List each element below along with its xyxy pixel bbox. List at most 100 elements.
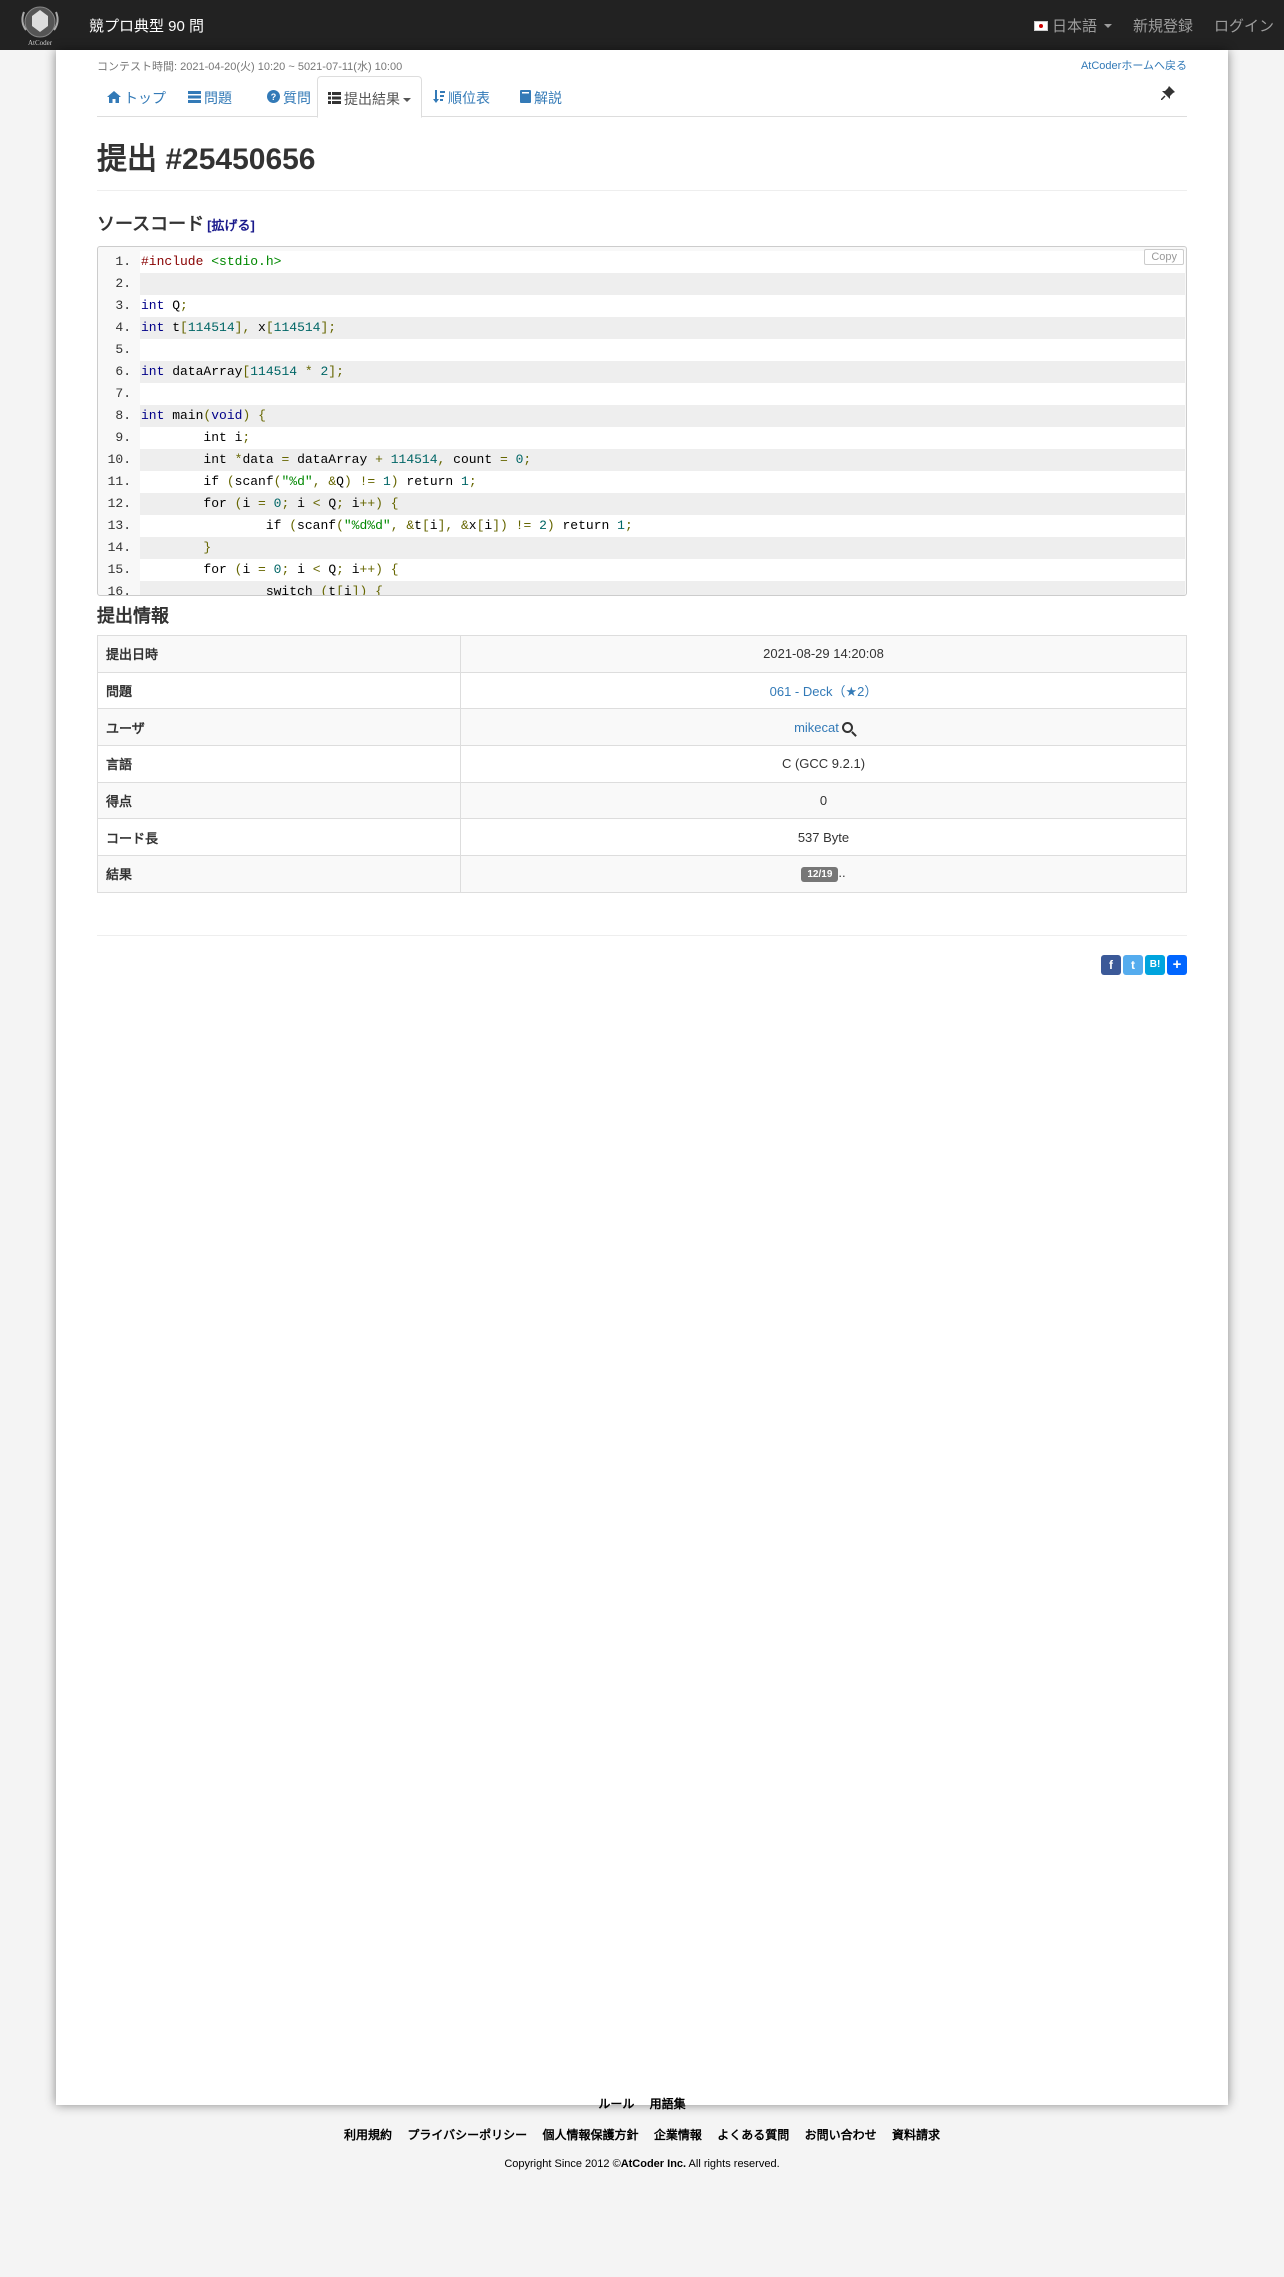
tab-clarifications[interactable]: ? 質問	[257, 76, 321, 117]
hatena-bookmark-icon[interactable]: B!	[1145, 955, 1165, 975]
code-line: 9. int i;	[98, 427, 1186, 449]
expand-code-link[interactable]: [拡げる]	[207, 218, 255, 233]
line-number: 2.	[115, 276, 131, 291]
submission-info-table: 提出日時 2021-08-29 14:20:08 問題 061 - Deck（★2）…	[97, 635, 1187, 893]
footer-link-glossary[interactable]: 用語集	[650, 2097, 686, 2111]
signup-link[interactable]: 新規登録	[1133, 15, 1193, 36]
tab-top[interactable]: トップ	[97, 76, 176, 117]
line-number: 7.	[115, 386, 131, 401]
twitter-icon[interactable]: t	[1123, 955, 1143, 975]
info-key: 結果	[97, 855, 461, 893]
footer-link-privacy[interactable]: プライバシーポリシー	[407, 2128, 527, 2142]
main-panel: コンテスト時間: 2021-04-20(火) 10:20 ~ 5021-07-1…	[56, 50, 1228, 2105]
search-icon[interactable]	[841, 721, 853, 733]
code-text: int Q;	[140, 295, 1185, 317]
code-line: 13. if (scanf("%d%d", &t[i], &x[i]) != 2…	[98, 515, 1186, 537]
code-line: 5.	[98, 339, 1186, 361]
code-line: 8. int main(void) {	[98, 405, 1186, 427]
tab-tasks[interactable]: 問題	[178, 76, 242, 117]
facebook-icon[interactable]: f	[1101, 955, 1121, 975]
line-number: 10.	[107, 452, 131, 467]
copy-button[interactable]: Copy	[1144, 249, 1184, 265]
code-text: if (scanf("%d", &Q) != 1) return 1;	[140, 471, 1185, 493]
line-number: 8.	[115, 408, 131, 423]
footer-links-row2: 利用規約 プライバシーポリシー 個人情報保護方針 企業情報 よくある質問 お問い…	[0, 2126, 1284, 2143]
contest-tabs: トップ 問題 ? 質問 提出結果 順位表 解説	[97, 76, 1187, 118]
user-link[interactable]: mikecat	[794, 720, 839, 735]
submission-info-heading: 提出情報	[97, 606, 169, 626]
divider	[97, 190, 1187, 191]
tab-standings[interactable]: 順位表	[423, 76, 500, 117]
language-dropdown[interactable]: 日本語	[1033, 15, 1112, 36]
code-text: int main(void) {	[140, 405, 1185, 427]
score-value: 0	[460, 781, 1187, 820]
table-row: ユーザ mikecat	[97, 708, 1187, 747]
code-line: 12. for (i = 0; i < Q; i++) {	[98, 493, 1186, 515]
code-line: 15. for (i = 0; i < Q; i++) {	[98, 559, 1186, 581]
line-number: 1.	[115, 254, 131, 269]
footer-link-contact[interactable]: お問い合わせ	[805, 2128, 877, 2142]
source-code-heading: ソースコード [拡げる]	[97, 210, 255, 236]
tab-editorial[interactable]: 解説	[510, 76, 572, 117]
line-number: 13.	[107, 518, 131, 533]
line-number: 11.	[107, 474, 131, 489]
code-text	[140, 339, 1185, 361]
tasks-icon	[188, 91, 201, 103]
contest-brand-link[interactable]: 競プロ典型 90 問	[89, 15, 204, 36]
pin-icon[interactable]	[1161, 86, 1175, 100]
line-number: 5.	[115, 342, 131, 357]
home-icon	[107, 91, 121, 103]
code-text: for (i = 0; i < Q; i++) {	[140, 493, 1185, 515]
footer-link-company[interactable]: 企業情報	[654, 2128, 702, 2142]
language-label: 日本語	[1051, 18, 1097, 35]
code-line: 4. int t[114514], x[114514];	[98, 317, 1186, 339]
line-number: 6.	[115, 364, 131, 379]
contest-time: コンテスト時間: 2021-04-20(火) 10:20 ~ 5021-07-1…	[97, 61, 403, 73]
source-code-box[interactable]: Copy 1. #include <stdio.h> 2. 3. int Q; 4. int…	[97, 246, 1187, 596]
code-text: }	[140, 537, 1185, 559]
footer-link-documents[interactable]: 資料請求	[892, 2128, 940, 2142]
code-text: int dataArray[114514 * 2];	[140, 361, 1185, 383]
code-text: int t[114514], x[114514];	[140, 317, 1185, 339]
code-text: int *data = dataArray + 114514, count = …	[140, 449, 1185, 471]
footer-link-faq[interactable]: よくある質問	[717, 2128, 789, 2142]
line-number: 12.	[107, 496, 131, 511]
line-number: 4.	[115, 320, 131, 335]
code-line: 10. int *data = dataArray + 114514, coun…	[98, 449, 1186, 471]
atcoder-home-link[interactable]: AtCoderホームへ戻る	[1081, 57, 1187, 73]
caret-down-icon	[403, 98, 411, 103]
atcoder-logo[interactable]: AtCoder	[14, 2, 66, 48]
footer-link-rules[interactable]: ルール	[598, 2097, 634, 2111]
code-text	[140, 383, 1185, 405]
list-icon	[328, 92, 341, 104]
source-heading-text: ソースコード	[97, 214, 205, 234]
book-icon	[520, 90, 531, 103]
code-line: 2.	[98, 273, 1186, 295]
table-row: 問題 061 - Deck（★2）	[97, 671, 1187, 710]
tab-label: 順位表	[448, 90, 490, 106]
code-text	[140, 273, 1185, 295]
code-length-value: 537 Byte	[460, 818, 1187, 857]
table-row: 結果 12/19..	[97, 855, 1187, 893]
login-link[interactable]: ログイン	[1214, 15, 1274, 36]
sort-icon	[433, 90, 445, 103]
line-number: 9.	[115, 430, 131, 445]
code-line: 14. }	[98, 537, 1186, 559]
code-text: int i;	[140, 427, 1185, 449]
code-text: #include <stdio.h>	[140, 251, 1185, 273]
tab-submissions[interactable]: 提出結果	[317, 76, 422, 118]
footer-link-personal-info[interactable]: 個人情報保護方針	[543, 2128, 639, 2142]
info-key: 問題	[97, 671, 461, 710]
svg-text:?: ?	[271, 92, 277, 102]
footer-link-terms[interactable]: 利用規約	[344, 2128, 392, 2142]
task-link[interactable]: 061 - Deck（★2）	[770, 684, 878, 699]
footer-links-row1: ルール 用語集	[0, 2095, 1284, 2112]
info-key: コード長	[97, 818, 461, 857]
info-key: 提出日時	[97, 635, 461, 673]
share-buttons: f t B! +	[1101, 955, 1187, 975]
share-plus-icon[interactable]: +	[1167, 955, 1187, 975]
code-line: 1. #include <stdio.h>	[98, 251, 1186, 273]
line-number: 15.	[107, 562, 131, 577]
tab-label: トップ	[124, 90, 166, 106]
code-text: for (i = 0; i < Q; i++) {	[140, 559, 1185, 581]
